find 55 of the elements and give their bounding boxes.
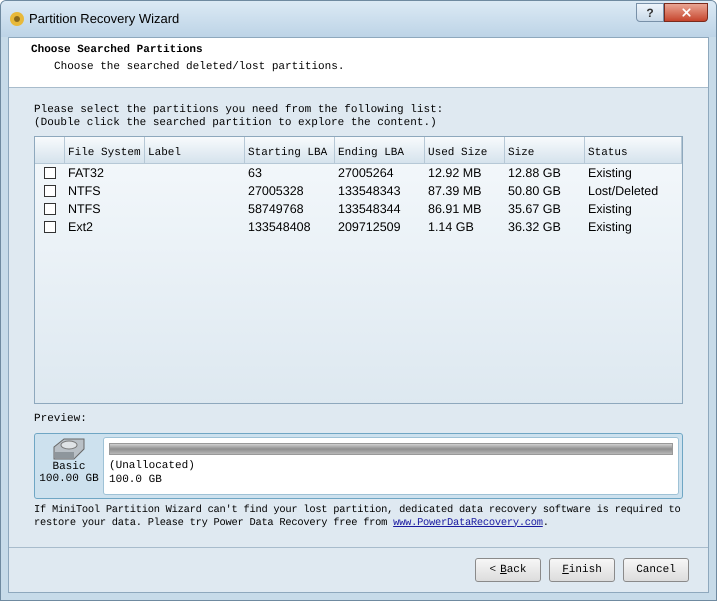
instruction-text: (Double click the searched partition to explore the content.) bbox=[34, 117, 438, 130]
partition-block[interactable]: (Unallocated) 100.0 GB bbox=[103, 436, 679, 494]
table-cell: 35.67 GB bbox=[508, 202, 561, 216]
table-cell: NTFS bbox=[68, 184, 101, 198]
notice-text: If MiniTool Partition Wizard can't find your lost partition, dedicated data recovery software is required to restore your data. Please try Power Data Recovery free from www.PowerDataRecovery.com. bbox=[34, 504, 682, 530]
table-cell: 36.32 GB bbox=[508, 220, 561, 234]
row-checkbox[interactable] bbox=[44, 203, 56, 215]
table-cell: 133548343 bbox=[338, 184, 401, 198]
table-cell: 63 bbox=[248, 166, 262, 180]
table-cell: 209712509 bbox=[338, 220, 401, 234]
table-cell: 27005328 bbox=[248, 184, 304, 198]
table-cell: 12.88 GB bbox=[508, 166, 561, 180]
table-cell: 27005264 bbox=[338, 166, 394, 180]
wizard-button[interactable]: < Back bbox=[475, 558, 541, 582]
website-link[interactable]: www.PowerDataRecovery.com bbox=[393, 516, 543, 528]
table-cell: Existing bbox=[588, 220, 632, 234]
table-cell: 1.14 GB bbox=[428, 220, 474, 234]
disk-type: Basic bbox=[52, 460, 86, 472]
instruction-text: Please select the partitions you need from the following list: bbox=[34, 104, 444, 117]
row-checkbox[interactable] bbox=[44, 167, 56, 179]
close-icon bbox=[680, 6, 692, 18]
table-cell: Existing bbox=[588, 202, 632, 216]
table-cell: 50.80 GB bbox=[508, 184, 561, 198]
wizard-button[interactable]: Cancel bbox=[623, 558, 689, 582]
column-header[interactable]: Ending LBA bbox=[335, 137, 425, 163]
header-subtitle: Choose the searched deleted/lost partitions. bbox=[53, 60, 346, 74]
row-checkbox[interactable] bbox=[44, 221, 56, 233]
column-header[interactable]: File System bbox=[65, 137, 145, 163]
table-cell: 12.92 MB bbox=[428, 166, 482, 180]
wizard-button[interactable]: Finish bbox=[549, 558, 615, 582]
table-cell: 58749768 bbox=[248, 202, 304, 216]
column-header[interactable]: Label bbox=[145, 137, 245, 163]
table-cell: NTFS bbox=[68, 202, 101, 216]
window-title: Partition Recovery Wizard bbox=[29, 10, 180, 28]
preview-label: Preview: bbox=[34, 412, 88, 427]
table-cell: 87.39 MB bbox=[428, 184, 482, 198]
table-cell: Ext2 bbox=[68, 220, 94, 234]
column-header[interactable]: Starting LBA bbox=[245, 137, 335, 163]
row-checkbox[interactable] bbox=[44, 185, 56, 197]
table-cell: FAT32 bbox=[68, 166, 104, 180]
table-cell: 86.91 MB bbox=[428, 202, 482, 216]
partition-name: (Unallocated) bbox=[109, 460, 196, 472]
close-button[interactable] bbox=[664, 2, 708, 22]
disk-size: 100.00 GB bbox=[39, 472, 99, 486]
help-button[interactable]: ? bbox=[636, 2, 664, 22]
column-header[interactable]: Size bbox=[505, 137, 585, 163]
table-cell: Lost/Deleted bbox=[588, 184, 658, 198]
column-header[interactable]: Status bbox=[585, 137, 682, 163]
app-icon bbox=[9, 11, 25, 27]
table-cell: 133548408 bbox=[248, 220, 311, 234]
partition-size: 100.0 GB bbox=[109, 472, 163, 488]
column-header[interactable]: Used Size bbox=[425, 137, 505, 163]
table-cell: Existing bbox=[588, 166, 632, 180]
table-cell: 133548344 bbox=[338, 202, 401, 216]
header-title: Choose Searched Partitions bbox=[31, 43, 204, 58]
